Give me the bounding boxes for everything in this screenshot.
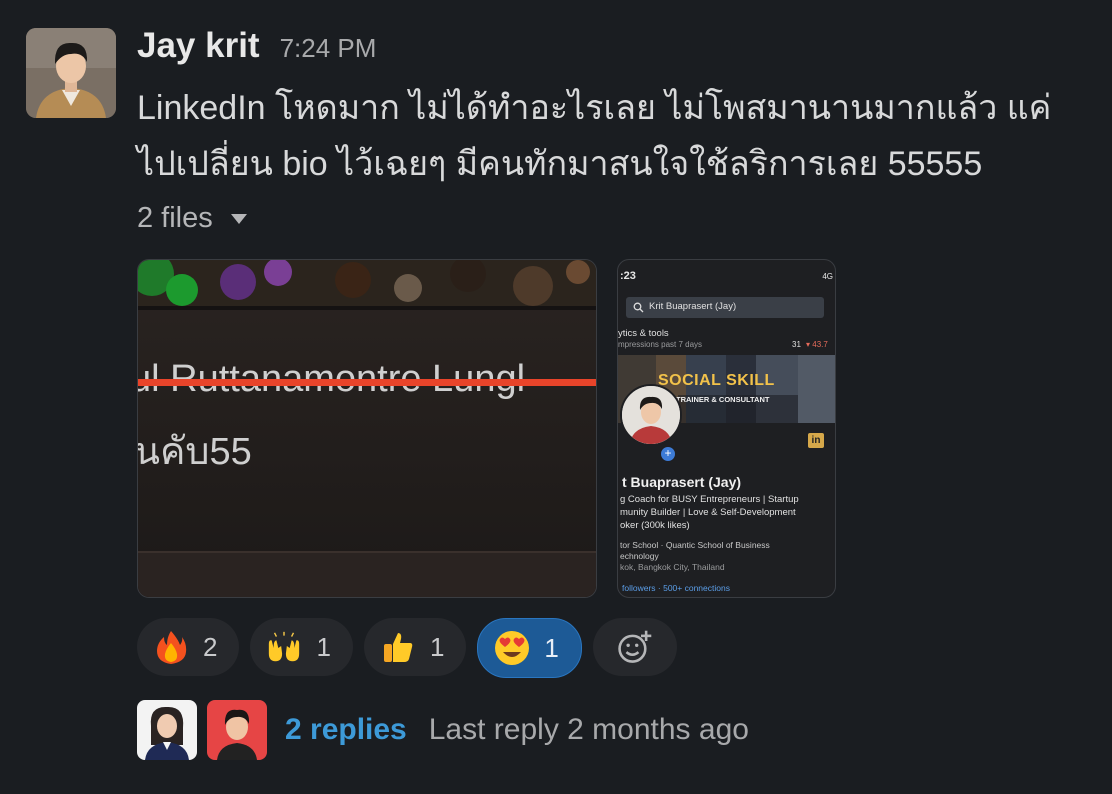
- analytics-number: 31: [792, 340, 801, 349]
- profile-location: kok, Bangkok City, Thailand: [620, 562, 725, 572]
- reaction-count: 2: [203, 631, 218, 662]
- file-thumbnail-1[interactable]: ul Ruttanamontre Lungl นคับ55: [137, 259, 597, 598]
- caret-down-icon: [230, 213, 247, 224]
- thumbs-up-icon: [380, 629, 416, 665]
- raised-hands-icon: [266, 629, 302, 665]
- message-text: LinkedIn โหดมาก ไม่ได้ทำอะไรเลย ไม่โพสมา…: [137, 80, 1097, 192]
- profile-photo: [620, 384, 682, 446]
- banner-title: SOCIAL SKILL: [658, 372, 775, 389]
- profile-name: t Buaprasert (Jay): [622, 474, 742, 490]
- search-query: Krit Buaprasert (Jay): [649, 301, 737, 312]
- file1-caption-text: นคับ55: [137, 431, 252, 473]
- profile-headline-line: g Coach for BUSY Entrepreneurs | Startup: [620, 494, 799, 505]
- author-avatar[interactable]: [26, 28, 116, 118]
- phone-status-time: :23: [620, 270, 636, 282]
- reply-avatar-1[interactable]: [137, 700, 197, 760]
- reaction-raised-hands[interactable]: 1: [250, 618, 353, 676]
- replies-link[interactable]: 2 replies: [285, 713, 407, 747]
- message-timestamp[interactable]: 7:24 PM: [280, 33, 377, 64]
- reactions-bar: 2 1 1 1: [137, 618, 677, 678]
- reaction-count: 1: [544, 632, 559, 663]
- reaction-count: 1: [316, 631, 331, 662]
- file-thumbnail-2[interactable]: :23 4G Krit Buaprasert (Jay) ytics & too…: [617, 259, 836, 598]
- analytics-subtitle: mpressions past 7 days: [618, 340, 703, 349]
- heart-eyes-icon: [494, 630, 530, 666]
- strikethrough-line: [138, 379, 596, 386]
- signal-indicator: 4G: [822, 272, 833, 281]
- search-icon: [633, 302, 644, 313]
- struck-name-row: ul Ruttanamontre Lungl: [138, 358, 596, 404]
- message-header: Jay krit 7:24 PM: [137, 26, 376, 66]
- profile-headline-line: munity Builder | Love & Self-Development: [620, 507, 796, 518]
- files-count-label: 2 files: [137, 202, 213, 234]
- reply-avatar-2[interactable]: [207, 700, 267, 760]
- profile-education: tor School · Quantic School of Business: [620, 540, 770, 550]
- files-toggle[interactable]: 2 files: [137, 202, 247, 235]
- add-photo-icon: +: [660, 446, 676, 462]
- thread-summary[interactable]: 2 replies Last reply 2 months ago: [137, 700, 749, 760]
- message-text-line: ไปเปลี่ยน bio ไว้เฉยๆ มีคนทักมาสนใจใช้ลร…: [137, 145, 983, 183]
- profile-headline-line: oker (300k likes): [620, 520, 690, 531]
- analytics-change: ▾ 43.7: [806, 340, 828, 349]
- reaction-thumbs-up[interactable]: 1: [363, 618, 467, 676]
- banner-subtitle: TRAINER & CONSULTANT: [676, 395, 770, 404]
- last-reply-text: Last reply 2 months ago: [428, 713, 749, 746]
- message: Jay krit 7:24 PM LinkedIn โหดมาก ไม่ได้ท…: [0, 0, 1112, 794]
- linkedin-logo-icon: in: [808, 433, 824, 448]
- profile-education: echnology: [620, 551, 659, 561]
- reaction-fire[interactable]: 2: [137, 618, 240, 676]
- author-name[interactable]: Jay krit: [137, 26, 260, 66]
- add-emoji-icon: [617, 629, 653, 665]
- linkedin-search-bar: Krit Buaprasert (Jay): [626, 297, 824, 318]
- reaction-count: 1: [429, 631, 445, 662]
- profile-connections: followers · 500+ connections: [622, 583, 730, 593]
- reaction-heart-eyes[interactable]: 1: [477, 618, 582, 678]
- message-text-line: LinkedIn โหดมาก ไม่ได้ทำอะไรเลย ไม่โพสมา…: [137, 89, 1052, 127]
- analytics-title: ytics & tools: [618, 328, 669, 339]
- add-reaction-button[interactable]: [592, 618, 677, 676]
- fire-icon: [153, 629, 189, 665]
